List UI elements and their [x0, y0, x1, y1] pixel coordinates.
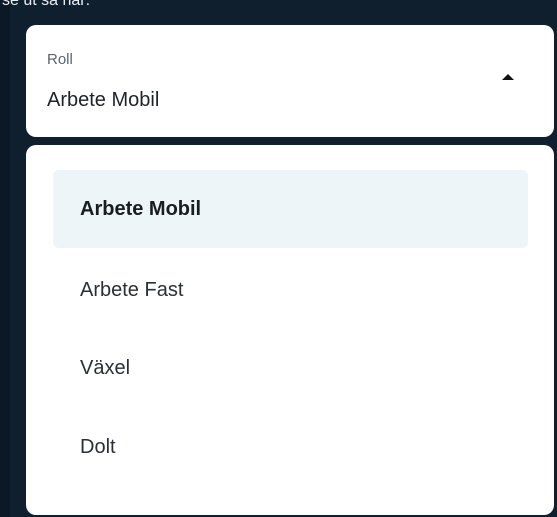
- menu-item-arbete-fast[interactable]: Arbete Fast: [53, 251, 528, 329]
- menu-item-arbete-mobil[interactable]: Arbete Mobil: [53, 170, 528, 248]
- role-select-label: Roll: [47, 51, 73, 68]
- role-select-value: Arbete Mobil: [47, 89, 160, 111]
- menu-item-dolt[interactable]: Dolt: [53, 408, 528, 486]
- background-text: se ut så här:: [2, 0, 91, 9]
- left-edge-strip: [0, 0, 10, 517]
- role-select[interactable]: Roll Arbete Mobil: [26, 25, 554, 137]
- menu-item-vaxel[interactable]: Växel: [53, 329, 528, 407]
- role-dropdown-menu: Arbete Mobil Arbete Fast Växel Dolt: [26, 145, 554, 515]
- caret-up-icon[interactable]: [502, 74, 514, 80]
